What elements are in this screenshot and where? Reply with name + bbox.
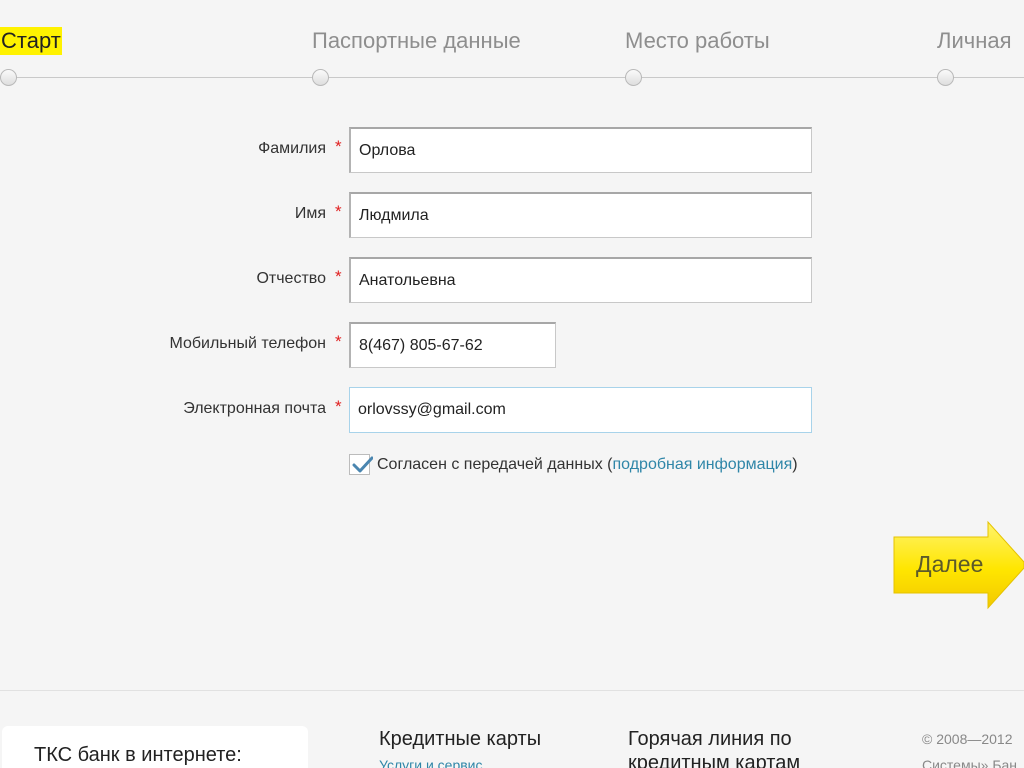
first-name-input[interactable] (349, 192, 812, 238)
consent-text-group: Согласен с передачей данных (подробная и… (377, 456, 798, 474)
step-work-dot[interactable] (625, 69, 642, 86)
step-start-dot[interactable] (0, 69, 17, 86)
consent-label: Согласен с передачей данных (377, 456, 603, 473)
progress-steps: Старт Паспортные данные Место работы Лич… (0, 0, 1024, 100)
footer: ТКС банк в интернете: Кредитные карты Ус… (0, 690, 1024, 768)
step-personal-label[interactable]: Личная (937, 27, 1012, 55)
step-work-label[interactable]: Место работы (625, 27, 770, 55)
last-name-input[interactable] (349, 127, 812, 173)
step-passport-label[interactable]: Паспортные данные (312, 27, 521, 55)
consent-info-link[interactable]: подробная информация (613, 456, 793, 473)
footer-social-title: ТКС банк в интернете: (34, 744, 242, 766)
middle-name-input[interactable] (349, 257, 812, 303)
footer-credit-cards-title[interactable]: Кредитные карты (379, 726, 541, 752)
email-row: Электронная почта * (0, 387, 1024, 433)
first-name-row: Имя * (0, 192, 1024, 238)
required-mark: * (335, 397, 342, 416)
step-passport-dot[interactable] (312, 69, 329, 86)
first-name-label: Имя (294, 205, 326, 222)
footer-hotline-title-2: кредитным картам (628, 752, 801, 768)
consent-close-paren: ) (792, 456, 798, 473)
required-mark: * (335, 332, 342, 351)
application-page: Старт Паспортные данные Место работы Лич… (0, 0, 1024, 768)
required-mark: * (335, 202, 342, 221)
footer-social-box: ТКС банк в интернете: (2, 726, 308, 768)
footer-copyright-1: © 2008—2012 (922, 731, 1013, 747)
step-personal-dot[interactable] (937, 69, 954, 86)
phone-row: Мобильный телефон * (0, 322, 1024, 368)
middle-name-row: Отчество * (0, 257, 1024, 303)
next-button-label: Далее (916, 551, 984, 577)
next-button[interactable]: Далее (892, 520, 1024, 610)
last-name-label: Фамилия (258, 140, 326, 157)
last-name-row: Фамилия * (0, 127, 1024, 173)
email-label: Электронная почта (183, 400, 326, 417)
required-mark: * (335, 137, 342, 156)
progress-line (8, 77, 1024, 78)
footer-copyright-2: Системы» Бан (922, 757, 1018, 768)
middle-name-label: Отчество (256, 270, 326, 287)
phone-label: Мобильный телефон (169, 335, 326, 352)
check-icon (352, 456, 373, 473)
step-start-label: Старт (0, 27, 62, 55)
consent-checkbox[interactable] (349, 454, 373, 475)
footer-hotline-title-1: Горячая линия по (628, 728, 792, 750)
email-input[interactable] (349, 387, 812, 433)
required-mark: * (335, 267, 342, 286)
phone-input[interactable] (349, 322, 556, 368)
footer-services-link[interactable]: Услуги и сервис (379, 757, 482, 768)
